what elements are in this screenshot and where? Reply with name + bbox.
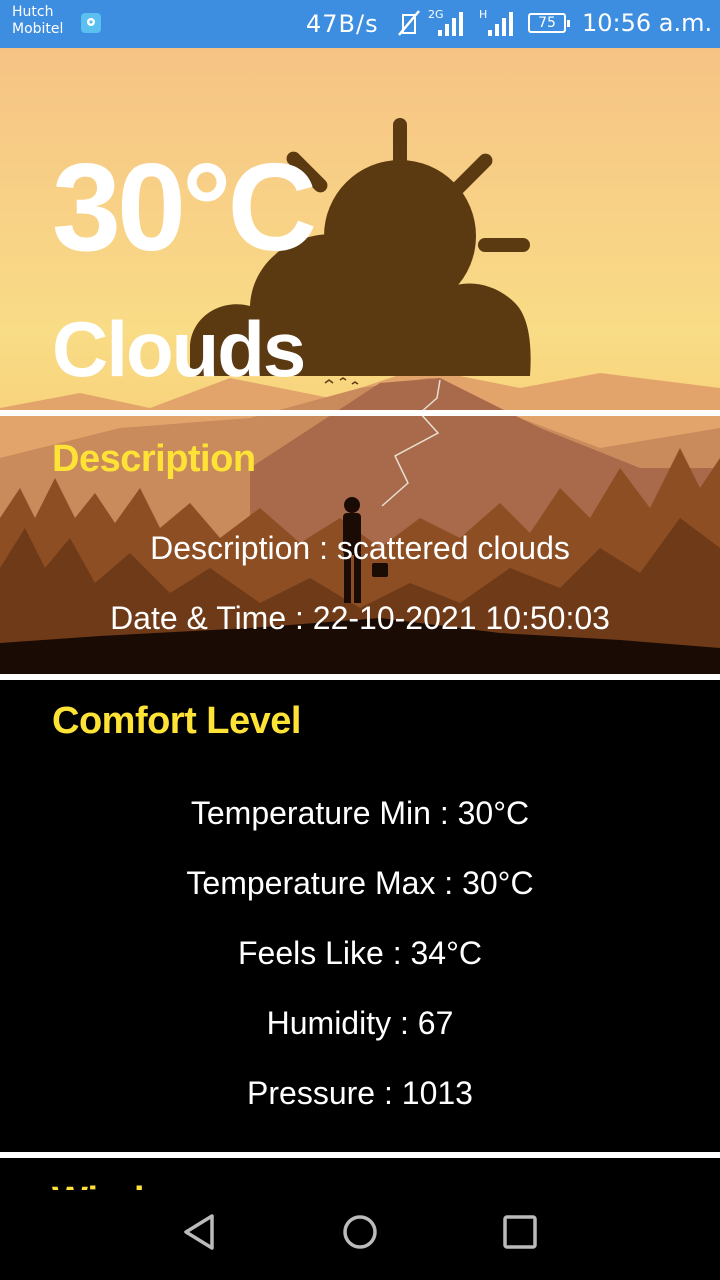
vibrate-icon bbox=[398, 10, 420, 36]
home-icon[interactable] bbox=[338, 1210, 382, 1254]
carrier-line-2: Mobitel bbox=[12, 21, 64, 37]
temp-min-text: Temperature Min : 30°C bbox=[190, 795, 530, 831]
date-time-text: Date & Time : 22-10-2021 10:50:03 bbox=[110, 600, 610, 636]
description-title: Description bbox=[52, 438, 256, 480]
navigation-bar bbox=[0, 1190, 720, 1280]
section-divider bbox=[0, 674, 720, 680]
status-clock: 10:56 a.m. bbox=[582, 9, 713, 37]
temp-max-text: Temperature Max : 30°C bbox=[186, 865, 534, 901]
recents-icon[interactable] bbox=[498, 1210, 542, 1254]
signal-2g-icon: 2G bbox=[428, 8, 463, 36]
pressure-text: Pressure : 1013 bbox=[247, 1075, 473, 1111]
background-scene: 30°C Clouds Description Description : sc… bbox=[0, 48, 720, 678]
signal-h-icon: H bbox=[479, 8, 513, 36]
battery-icon: 75 bbox=[528, 13, 570, 33]
svg-text:2G: 2G bbox=[428, 8, 444, 21]
comfort-level-title: Comfort Level bbox=[52, 700, 301, 742]
svg-text:H: H bbox=[479, 8, 487, 21]
feels-like-text: Feels Like : 34°C bbox=[237, 935, 482, 971]
section-divider bbox=[0, 1152, 720, 1158]
carrier-line-1: Hutch bbox=[12, 4, 54, 20]
net-speed: 47B/s bbox=[306, 10, 379, 38]
description-text: Description : scattered clouds bbox=[150, 530, 570, 566]
section-divider bbox=[0, 410, 720, 416]
weather-condition: Clouds bbox=[52, 305, 306, 393]
humidity-text: Humidity : 67 bbox=[266, 1005, 454, 1041]
carrier-name: Hutch Mobitel bbox=[12, 4, 63, 38]
temperature-value: 30°C bbox=[52, 139, 317, 277]
location-icon bbox=[81, 13, 101, 33]
back-icon[interactable] bbox=[178, 1210, 222, 1254]
status-bar: Hutch Mobitel 47B/s 2G H 75 10:56 a.m. bbox=[0, 0, 720, 48]
